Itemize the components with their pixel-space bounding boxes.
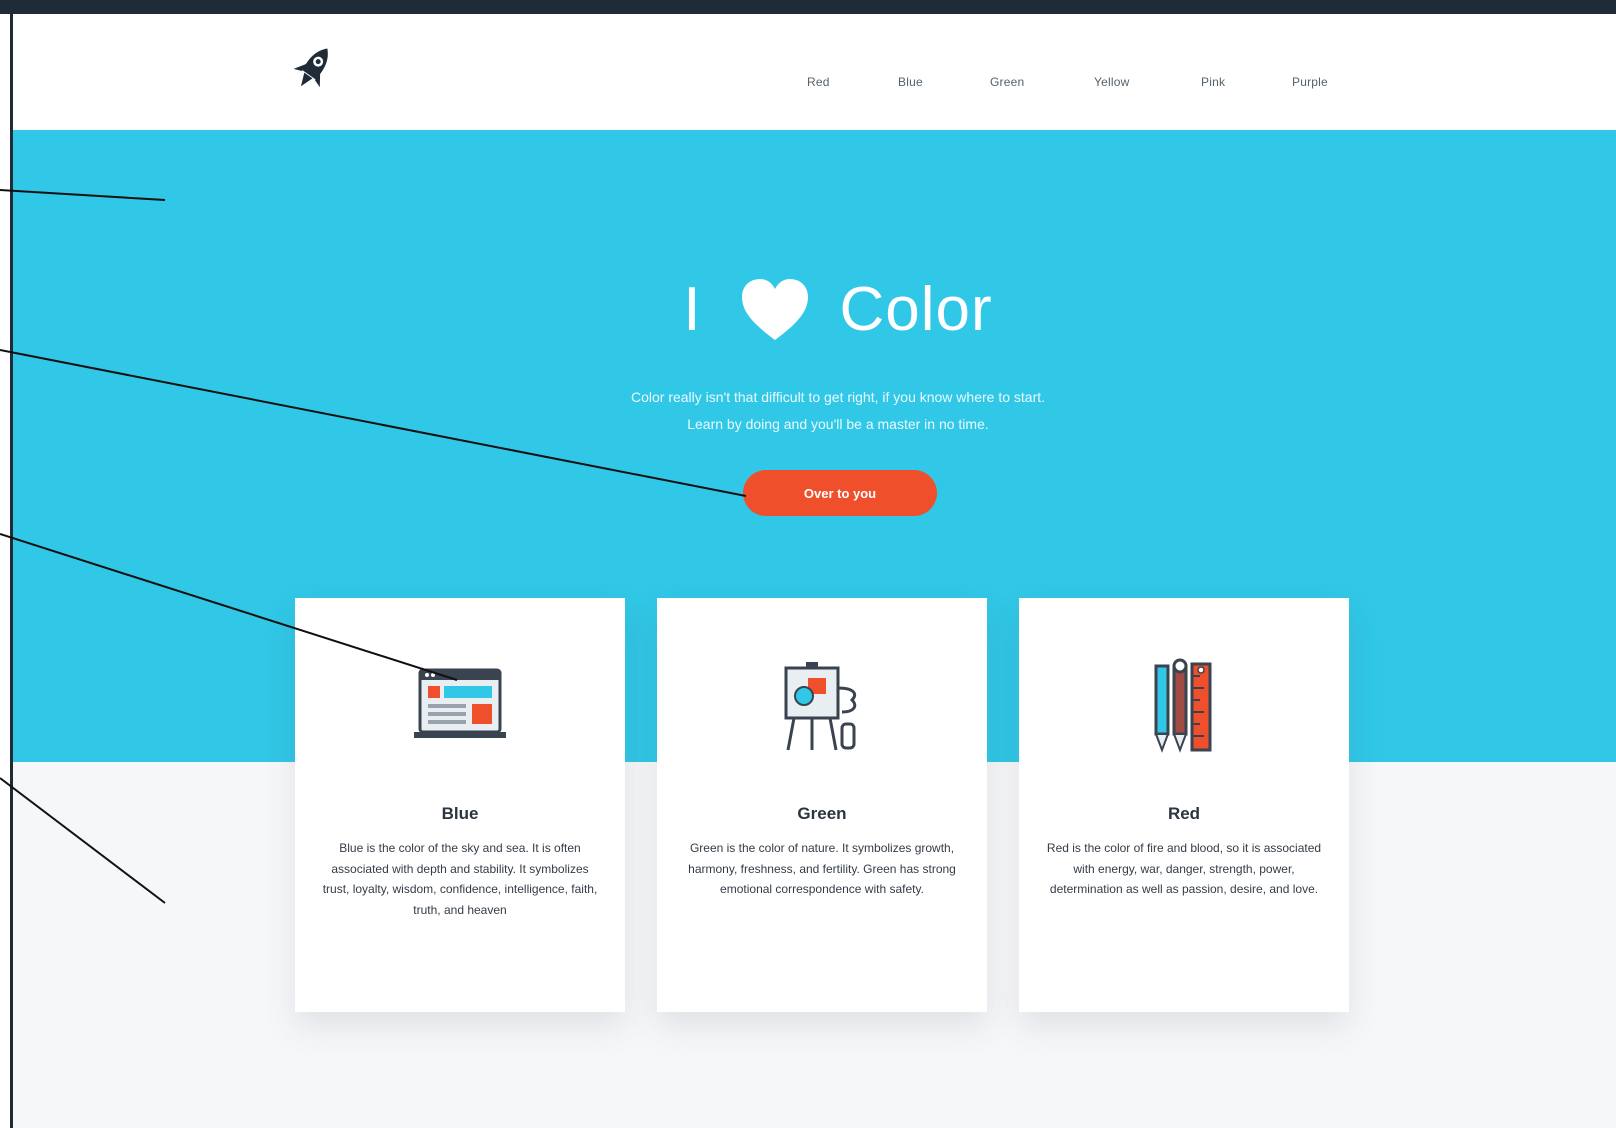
card-title: Blue bbox=[441, 804, 479, 823]
nav-link-red[interactable]: Red bbox=[807, 75, 830, 89]
card-text: Red is the color of fire and blood, so i… bbox=[1046, 841, 1322, 896]
nav-link-yellow[interactable]: Yellow bbox=[1094, 75, 1129, 89]
nav-link-purple[interactable]: Purple bbox=[1292, 75, 1328, 89]
nav-link-blue[interactable]: Blue bbox=[898, 75, 923, 89]
hero-subtitle: Color really isn't that difficult to get… bbox=[13, 384, 1616, 438]
screenshot-frame: Red Blue Green Yellow Pink Purple I Color… bbox=[0, 0, 1616, 1128]
card-title: Green bbox=[797, 804, 847, 823]
card-blue: Blue Blue is the color of the sky and se… bbox=[295, 598, 625, 1012]
hero-subtitle-line1: Color really isn't that difficult to get… bbox=[630, 389, 1046, 405]
nav-link-green[interactable]: Green bbox=[990, 75, 1024, 89]
card-title: Red bbox=[1167, 804, 1201, 823]
hero-title: I Color bbox=[13, 270, 1616, 346]
nav-link-pink[interactable]: Pink bbox=[1201, 75, 1225, 89]
easel-palette-icon bbox=[657, 658, 987, 768]
card-green: Green Green is the color of nature. It s… bbox=[657, 598, 987, 1012]
navbar: Red Blue Green Yellow Pink Purple bbox=[13, 14, 1616, 130]
card-text: Green is the color of nature. It symboli… bbox=[688, 841, 956, 896]
hero-title-prefix: I bbox=[683, 275, 702, 345]
hero-subtitle-line2: Learn by doing and you'll be a master in… bbox=[687, 416, 989, 432]
rocket-logo-icon[interactable] bbox=[290, 42, 336, 96]
frame-top-bar bbox=[0, 0, 1616, 14]
pencils-ruler-icon bbox=[1019, 658, 1349, 768]
hero-title-suffix: Color bbox=[839, 275, 993, 345]
landing-page: Red Blue Green Yellow Pink Purple I Color… bbox=[13, 14, 1616, 1128]
cta-button[interactable]: Over to you bbox=[743, 470, 937, 516]
heart-icon bbox=[741, 278, 808, 340]
card-red: Red Red is the color of fire and blood, … bbox=[1019, 598, 1349, 1012]
card-text: Blue is the color of the sky and sea. It… bbox=[322, 841, 598, 917]
browser-window-icon bbox=[295, 658, 625, 768]
